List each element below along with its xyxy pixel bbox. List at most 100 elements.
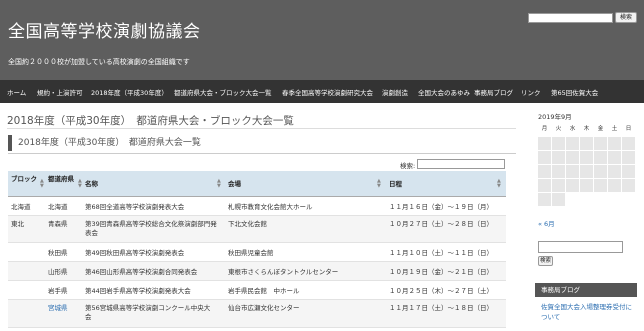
calendar-day (552, 165, 565, 178)
sidebar-search-input[interactable] (538, 241, 623, 253)
table-row: 北海道 北海道 第68回全道高等学校演劇発表大会 札幌市教育文化会館大ホール １… (8, 198, 506, 216)
cell-name: 第44回岩手県高等学校演劇発表大会 (85, 287, 191, 295)
cell-date: １１月１７日（土）～１８日（日） (389, 304, 493, 312)
calendar-day (566, 165, 579, 178)
blog-post-link[interactable]: 佐賀全国大会入場整理券受付について (541, 302, 636, 322)
calendar-day (608, 179, 621, 192)
cell-prefecture: 北海道 (48, 203, 68, 211)
table-filter-input[interactable] (417, 159, 505, 169)
table-row: 岩手県 第44回岩手県高等学校演劇発表大会 岩手県民会館 中ホール １０月２５日… (8, 281, 506, 300)
calendar-day (594, 165, 607, 178)
weekday-label: 金 (597, 126, 604, 132)
column-header-prefecture[interactable]: 都道府県 (48, 175, 74, 184)
cell-venue: 札幌市教育文化会館大ホール (228, 203, 313, 211)
sort-icon[interactable]: ▲ ▼ (78, 179, 82, 189)
nav-item-drama-creation[interactable]: 演劇創造 (382, 87, 408, 97)
calendar-day (622, 137, 635, 150)
weekday-label: 土 (611, 126, 618, 132)
cell-venue: 下北文化会館 (228, 220, 267, 228)
table-row: 宮城県 第56宮城県高等学校演劇コンクール中央大会 仙台市広瀬文化センター １１… (8, 300, 506, 328)
cell-date: １０月１９日（金）～２１日（日） (389, 268, 493, 276)
cell-prefecture: 山形県 (48, 268, 68, 276)
calendar-day (622, 151, 635, 164)
nav-item-2018[interactable]: 2018年度（平成30年度） (91, 87, 168, 97)
cell-prefecture: 青森県 (48, 220, 68, 228)
calendar-day (580, 165, 593, 178)
cell-name: 第39回青森県高等学校総合文化祭演劇部門発表会 (85, 220, 217, 237)
cell-name: 第46回山形県高等学校演劇合同発表会 (85, 268, 198, 276)
header-search-button[interactable]: 検索 (615, 12, 637, 23)
divider (8, 153, 516, 154)
calendar-day (552, 179, 565, 192)
calendar-day (566, 151, 579, 164)
calendar-day (594, 151, 607, 164)
divider (7, 128, 516, 129)
sort-icon[interactable]: ▲ ▼ (377, 179, 381, 189)
table-row: 山形県 第46回山形県高等学校演劇合同発表会 東根市さくらんぼタントクルセンター… (8, 262, 506, 281)
cell-date: １０月２５日（木）～２７日（土） (389, 287, 493, 295)
calendar-day (622, 165, 635, 178)
calendar-day (580, 137, 593, 150)
weekday-label: 水 (569, 126, 576, 132)
sort-icon[interactable]: ▲ ▼ (217, 179, 221, 189)
calendar-day (608, 137, 621, 150)
cell-name: 第56宮城県高等学校演劇コンクール中央大会 (85, 304, 211, 321)
cell-name: 第49回秋田県高等学校演劇発表会 (85, 249, 185, 257)
calendar-day (622, 179, 635, 192)
cell-prefecture: 岩手県 (48, 287, 68, 295)
blog-widget-heading: 事務局ブログ (535, 283, 637, 297)
cell-venue: 東根市さくらんぼタントクルセンター (228, 268, 339, 276)
calendar-day (538, 165, 551, 178)
calendar-day (538, 179, 551, 192)
cell-prefecture-link[interactable]: 宮城県 (48, 304, 68, 313)
calendar-title: 2019年9月 (538, 113, 572, 121)
page-title: 2018年度（平成30年度） 都道府県大会・ブロック大会一覧 (7, 115, 294, 127)
column-header-venue[interactable]: 会場 (228, 180, 241, 189)
header-search-input[interactable] (528, 13, 613, 23)
weekday-label: 木 (583, 126, 590, 132)
table-header: ブロック ▲ ▼ 都道府県 ▲ ▼ 名称 ▲ ▼ 会場 ▲ ▼ 日程 ▲ ▼ (8, 171, 506, 197)
calendar-day (538, 151, 551, 164)
cell-block: 北海道 (11, 203, 31, 211)
table-row: 秋田県 第49回秋田県高等学校演劇発表会 秋田県児童会館 １１月１０日（土）～１… (8, 243, 506, 262)
weekday-label: 月 (541, 126, 548, 132)
column-header-block[interactable]: ブロック (11, 175, 37, 184)
weekday-label: 日 (625, 126, 632, 132)
table-filter-label: 検索: (400, 162, 416, 170)
nav-item-prefectural-list[interactable]: 都道府県大会・ブロック大会一覧 (174, 87, 272, 97)
cell-venue: 秋田県児童会館 (228, 249, 274, 257)
nav-item-rules[interactable]: 規約・上演許可 (37, 87, 83, 97)
calendar-day (552, 193, 565, 206)
nav-item-home[interactable]: ホーム (7, 87, 26, 97)
site-title[interactable]: 全国高等学校演劇協議会 (8, 17, 201, 42)
site-header: 全国高等学校演劇協議会 全国約２０００校が加盟している高校演劇の全国組織です 検… (0, 0, 644, 80)
column-header-date[interactable]: 日程 (389, 180, 402, 189)
section-title: 2018年度（平成30年度） 都道府県大会一覧 (8, 135, 201, 151)
calendar-day (552, 151, 565, 164)
calendar-day (580, 179, 593, 192)
weekday-label: 火 (555, 126, 562, 132)
sidebar-search-button[interactable]: 検索 (538, 256, 553, 266)
calendar-day (566, 137, 579, 150)
nav-item-blog[interactable]: 事務局ブログ (474, 87, 513, 97)
calendar-day (608, 151, 621, 164)
calendar-day (538, 193, 551, 206)
cell-prefecture: 秋田県 (48, 249, 68, 257)
cell-venue: 仙台市広瀬文化センター (228, 304, 300, 312)
nav-item-history[interactable]: 全国大会のあゆみ (418, 87, 470, 97)
cell-venue: 岩手県民会館 中ホール (228, 287, 300, 295)
cell-block: 東北 (11, 220, 24, 228)
table-row: 東北 青森県 第39回青森県高等学校総合文化祭演劇部門発表会 下北文化会館 １０… (8, 216, 506, 243)
nav-item-saga[interactable]: 第65回佐賀大会 (551, 87, 598, 97)
sort-icon[interactable]: ▲ ▼ (497, 179, 501, 189)
calendar-day (566, 179, 579, 192)
nav-item-spring-conference[interactable]: 春季全国高等学校演劇研究大会 (282, 87, 373, 97)
cell-date: １０月２７日（土）～２８日（日） (389, 220, 493, 228)
calendar-prev-link[interactable]: « 6月 (538, 218, 555, 228)
calendar-day (552, 137, 565, 150)
column-header-name[interactable]: 名称 (85, 180, 98, 189)
sort-icon[interactable]: ▲ ▼ (40, 179, 44, 189)
site-description: 全国約２０００校が加盟している高校演劇の全国組織です (8, 58, 190, 66)
calendar-day (594, 137, 607, 150)
nav-item-links[interactable]: リンク (521, 87, 541, 97)
